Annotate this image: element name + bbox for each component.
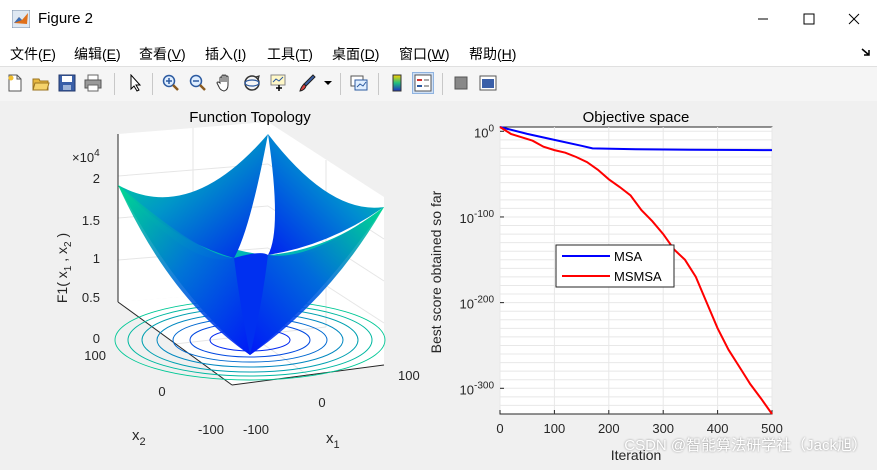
x1-tick-label: 0 — [318, 395, 325, 410]
y-tick-label: 10-200 — [460, 295, 495, 312]
legend-label-msa: MSA — [614, 249, 643, 264]
convergence-axes: 0 100 200 300 400 50010010-10010-20010-300 Ob… — [428, 109, 783, 463]
toolbar-separator — [152, 73, 153, 95]
pan-hand-icon — [216, 74, 229, 92]
dock-arrow-icon[interactable] — [861, 47, 871, 57]
z-exponent-label: ×104 — [72, 148, 100, 165]
menu-edit[interactable]: 编辑(E) — [74, 44, 121, 64]
title-bar: Figure 2 — [0, 0, 877, 38]
surface-axes: 2 1.5 1 0.5 0 ×104 F1( x1 , x2 ) 100 0 -… — [54, 109, 420, 451]
watermark: CSDN @智能算法研学社（Jack旭） — [624, 437, 867, 454]
menu-tools[interactable]: 工具(T) — [267, 44, 313, 64]
menu-desktop[interactable]: 桌面(D) — [332, 44, 379, 64]
figure-svg: 2 1.5 1 0.5 0 ×104 F1( x1 , x2 ) 100 0 -… — [54, 109, 783, 463]
maximize-icon — [803, 13, 815, 25]
menu-bar: 文件(F) 编辑(E) 查看(V) 插入(I) 工具(T) 桌面(D) 窗口(W… — [0, 38, 877, 66]
new-figure-icon — [8, 74, 22, 92]
legend-icon — [414, 74, 432, 92]
legend-button[interactable] — [412, 72, 434, 94]
y-axis-label: Best score obtained so far — [428, 190, 444, 353]
pointer-button[interactable] — [124, 72, 146, 94]
menu-window[interactable]: 窗口(W) — [399, 44, 450, 64]
show-plot-tools-icon — [479, 75, 497, 91]
print-icon — [84, 74, 102, 92]
toolbar-separator — [442, 73, 443, 95]
colorbar-icon — [392, 74, 402, 92]
minimize-icon — [758, 18, 768, 20]
x1-tick-label: -100 — [243, 422, 269, 437]
print-button[interactable] — [82, 72, 104, 94]
z-tick-label: 1 — [93, 251, 100, 266]
x-tick-label: 0 — [496, 421, 503, 436]
y-tick-label: 10-300 — [460, 380, 495, 397]
figure-canvas[interactable]: 2 1.5 1 0.5 0 ×104 F1( x1 , x2 ) 100 0 -… — [0, 101, 877, 465]
rotate-3d-icon — [244, 75, 260, 91]
maximize-button[interactable] — [786, 0, 832, 38]
chevron-down-icon — [324, 81, 332, 85]
zoom-out-icon — [189, 74, 206, 91]
rotate-3d-button[interactable] — [241, 72, 263, 94]
legend-label-msmsa: MSMSA — [614, 269, 662, 284]
zoom-out-button[interactable] — [187, 72, 209, 94]
z-tick-label: 2 — [93, 171, 100, 186]
link-plot-icon — [350, 75, 368, 91]
x1-tick-label: 100 — [398, 368, 420, 383]
y-tick-label: 100 — [474, 123, 494, 140]
close-icon — [848, 13, 860, 25]
x2-axis-label: x2 — [132, 427, 146, 448]
data-cursor-icon — [270, 74, 286, 91]
menu-view[interactable]: 查看(V) — [139, 44, 186, 64]
figure-toolbar — [0, 66, 877, 102]
new-figure-button[interactable] — [4, 72, 26, 94]
menu-file[interactable]: 文件(F) — [10, 44, 56, 64]
toolbar-separator — [114, 73, 115, 95]
window-title: Figure 2 — [38, 10, 94, 27]
menu-insert[interactable]: 插入(I) — [205, 44, 246, 64]
save-icon — [58, 74, 76, 92]
zoom-in-icon — [162, 74, 179, 91]
brush-icon — [299, 74, 316, 92]
open-file-button[interactable] — [30, 72, 52, 94]
brush-button[interactable] — [296, 72, 318, 94]
z-tick-label: 1.5 — [82, 213, 100, 228]
data-cursor-button[interactable] — [268, 72, 290, 94]
convergence-title: Objective space — [583, 109, 690, 126]
hide-plot-tools-icon — [454, 76, 468, 90]
toolbar-separator — [340, 73, 341, 95]
menu-help[interactable]: 帮助(H) — [469, 44, 516, 64]
x2-tick-label: -100 — [198, 422, 224, 437]
x2-tick-label: 0 — [158, 384, 165, 399]
z-tick-label: 0.5 — [82, 290, 100, 305]
x-tick-label: 100 — [544, 421, 566, 436]
open-file-icon — [32, 78, 50, 91]
z-axis-label: F1( x1 , x2 ) — [54, 233, 74, 303]
matlab-icon — [12, 10, 30, 28]
pointer-icon — [130, 74, 142, 92]
legend[interactable]: MSA MSMSA — [555, 244, 675, 288]
surface-title: Function Topology — [189, 109, 311, 126]
link-plot-button[interactable] — [348, 72, 370, 94]
brush-dropdown[interactable] — [322, 72, 334, 94]
colorbar-button[interactable] — [386, 72, 408, 94]
zoom-in-button[interactable] — [160, 72, 182, 94]
x2-tick-label: 100 — [84, 348, 106, 363]
show-plot-tools-button[interactable] — [477, 72, 499, 94]
close-button[interactable] — [831, 0, 877, 38]
pan-button[interactable] — [214, 72, 236, 94]
y-tick-label: 10-100 — [460, 209, 495, 226]
z-tick-label: 0 — [93, 331, 100, 346]
x1-axis-label: x1 — [326, 430, 340, 451]
hide-plot-tools-button[interactable] — [450, 72, 472, 94]
x-tick-label: 200 — [598, 421, 620, 436]
save-button[interactable] — [56, 72, 78, 94]
minimize-button[interactable] — [740, 0, 786, 38]
toolbar-separator — [378, 73, 379, 95]
